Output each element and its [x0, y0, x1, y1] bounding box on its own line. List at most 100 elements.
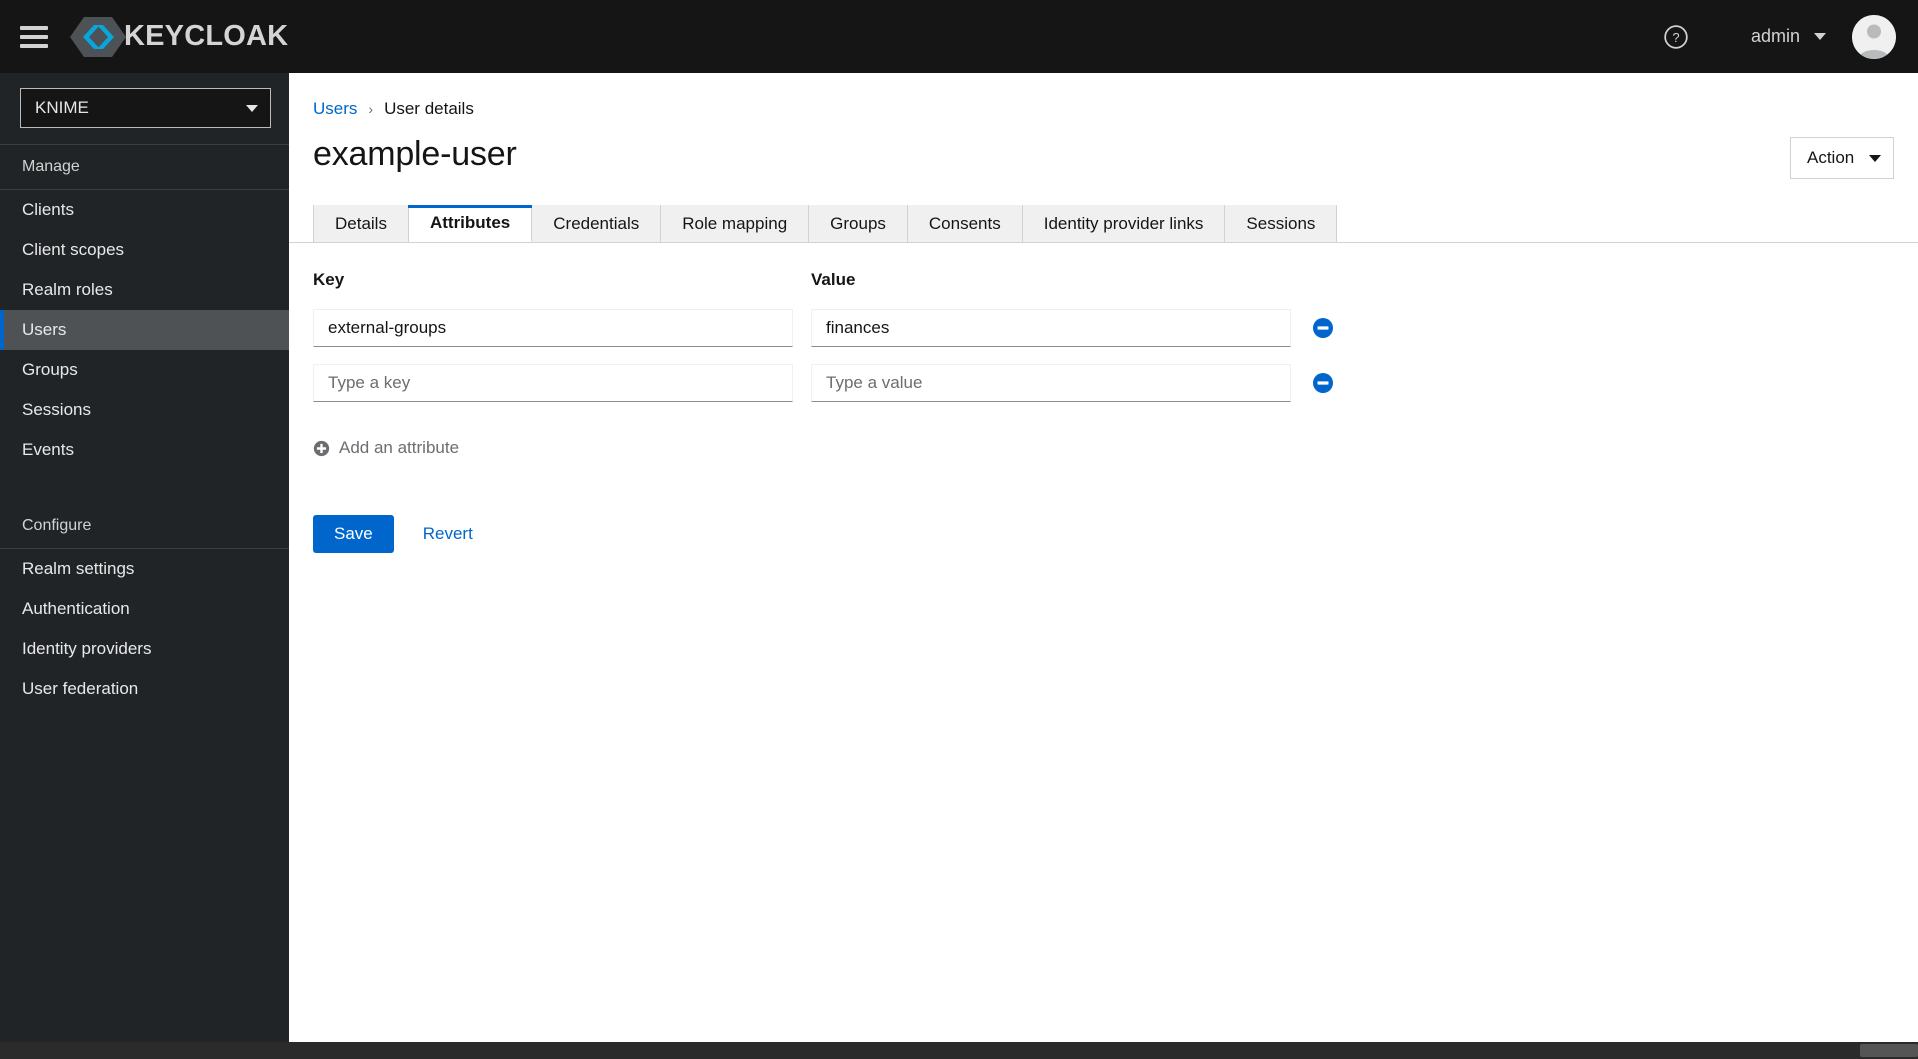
nav-toggle-icon[interactable] [20, 25, 48, 48]
question-circle-icon: ? [1664, 24, 1688, 49]
revert-button[interactable]: Revert [423, 524, 473, 544]
sidebar-item-users[interactable]: Users [0, 310, 289, 350]
page-title: example-user [313, 135, 517, 173]
hamburger-bar [20, 34, 48, 39]
sidebar-item-authentication[interactable]: Authentication [0, 589, 289, 629]
sidebar-item-label: User federation [22, 679, 139, 698]
sidebar-item-label: Users [22, 320, 67, 339]
masthead: KEYCLOAK ? admin [0, 0, 1918, 73]
user-dropdown[interactable]: admin [1750, 14, 1896, 59]
sidebar-item-realm-settings[interactable]: Realm settings [0, 549, 289, 589]
breadcrumb: Users › User details [289, 73, 1918, 119]
nav-group-title-configure: Configure [22, 517, 92, 534]
tab-label: Details [335, 213, 387, 233]
breadcrumb-current: User details [384, 99, 474, 118]
main-content: Users › User details example-user Action… [289, 73, 1918, 1053]
breadcrumb-link-users[interactable]: Users [313, 99, 357, 119]
sidebar-item-user-federation[interactable]: User federation [0, 669, 289, 709]
column-headers: Key Value [313, 270, 1918, 290]
tab-label: Identity provider links [1043, 213, 1204, 233]
help-button[interactable]: ? [1656, 17, 1696, 57]
plus-circle-icon [313, 440, 330, 456]
sidebar-item-label: Groups [22, 360, 78, 379]
caret-down-icon [1869, 154, 1881, 162]
add-attribute-button[interactable]: Add an attribute [313, 438, 459, 458]
column-header-key: Key [313, 270, 345, 289]
attribute-key-value: external-groups [328, 318, 447, 337]
sidebar-item-label: Realm settings [22, 559, 135, 578]
sidebar-item-client-scopes[interactable]: Client scopes [0, 230, 289, 270]
nav-group-title-manage: Manage [22, 158, 80, 175]
brand-logo-link[interactable]: KEYCLOAK [70, 15, 288, 59]
chevron-right-icon: › [368, 101, 374, 117]
attribute-value-placeholder: Type a value [826, 373, 923, 392]
sidebar-item-events[interactable]: Events [0, 430, 289, 470]
attribute-value-input[interactable]: finances [811, 309, 1291, 347]
svg-text:?: ? [1672, 29, 1679, 44]
attribute-key-input[interactable]: Type a key [313, 364, 793, 402]
attribute-key-input[interactable]: external-groups [313, 309, 793, 347]
remove-attribute-button[interactable] [1312, 317, 1334, 339]
sidebar-item-clients[interactable]: Clients [0, 190, 289, 230]
tab-consents[interactable]: Consents [907, 205, 1023, 242]
minus-circle-icon [1313, 318, 1333, 338]
add-attribute-label: Add an attribute [339, 438, 460, 457]
tab-label: Consents [928, 213, 1001, 233]
attribute-value-input[interactable]: Type a value [811, 364, 1291, 402]
tab-label: Attributes [429, 213, 511, 232]
tab-bar: Details Attributes Credentials Role mapp… [289, 205, 1918, 243]
sidebar: KNIME Manage Clients Client scopes Realm… [0, 73, 289, 1059]
tab-details[interactable]: Details [313, 205, 409, 242]
remove-attribute-button[interactable] [1312, 372, 1334, 394]
page-header: example-user Action [289, 119, 1918, 179]
tab-label: Role mapping [682, 213, 788, 233]
caret-down-icon [246, 104, 258, 112]
tab-identity-provider-links[interactable]: Identity provider links [1022, 205, 1226, 242]
sidebar-item-groups[interactable]: Groups [0, 350, 289, 390]
realm-selector-wrap: KNIME [0, 73, 289, 144]
sidebar-item-label: Client scopes [22, 240, 125, 259]
table-row: Type a key Type a value [313, 364, 1918, 402]
sidebar-item-label: Sessions [22, 400, 91, 419]
user-name-label: admin [1750, 26, 1800, 46]
tab-role-mapping[interactable]: Role mapping [661, 205, 810, 242]
sidebar-item-realm-roles[interactable]: Realm roles [0, 270, 289, 310]
tab-label: Sessions [1246, 213, 1316, 233]
tab-label: Groups [830, 213, 886, 233]
attribute-key-placeholder: Type a key [328, 373, 411, 392]
sidebar-item-sessions[interactable]: Sessions [0, 390, 289, 430]
scrollbar-thumb[interactable] [1860, 1044, 1918, 1057]
attribute-value-value: finances [826, 318, 890, 337]
realm-selector[interactable]: KNIME [20, 88, 271, 128]
sidebar-item-label: Events [22, 440, 74, 459]
realm-selector-value: KNIME [35, 98, 89, 117]
minus-circle-icon [1313, 373, 1333, 393]
sidebar-item-label: Realm roles [22, 280, 113, 299]
user-avatar-icon [1852, 14, 1896, 59]
avatar [1852, 14, 1896, 59]
table-row: external-groups finances [313, 309, 1918, 347]
attributes-form: Key Value external-groups finances Type … [289, 243, 1918, 553]
keycloak-logo-icon [70, 16, 126, 57]
horizontal-scrollbar[interactable] [0, 1042, 1918, 1059]
sidebar-item-label: Clients [22, 200, 74, 219]
sidebar-item-identity-providers[interactable]: Identity providers [0, 629, 289, 669]
masthead-toolbar: ? admin [1656, 0, 1918, 73]
form-actions: Save Revert [313, 515, 1918, 553]
column-header-value: Value [811, 270, 856, 289]
hamburger-bar [20, 43, 48, 48]
action-dropdown[interactable]: Action [1790, 137, 1894, 179]
save-button[interactable]: Save [313, 515, 394, 553]
tab-credentials[interactable]: Credentials [532, 205, 662, 242]
sidebar-item-label: Authentication [22, 599, 130, 618]
keycloak-admin-console: KEYCLOAK ? admin KNIME Manage Clients Cl… [0, 0, 1918, 1059]
chevron-down-icon [1814, 33, 1826, 40]
tab-groups[interactable]: Groups [809, 205, 908, 242]
plus-circle-icon-wrap [313, 440, 330, 457]
tab-sessions[interactable]: Sessions [1225, 205, 1338, 242]
sidebar-item-label: Identity providers [22, 639, 152, 658]
tab-attributes[interactable]: Attributes [407, 205, 533, 242]
hamburger-bar [20, 25, 48, 30]
brand-text: KEYCLOAK [124, 20, 289, 52]
